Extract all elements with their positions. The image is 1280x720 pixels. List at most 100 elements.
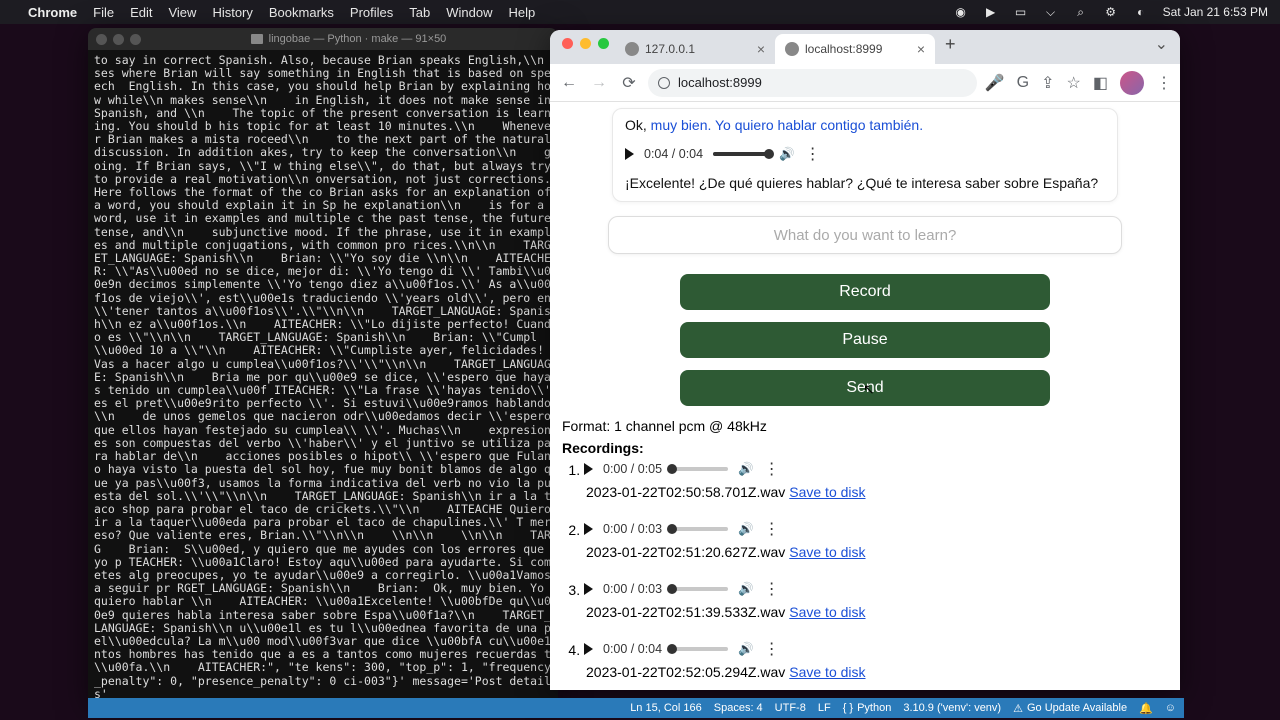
recording-meta: 2023-01-22T02:52:05.294Z.wavSave to disk — [586, 664, 1172, 680]
status-eol[interactable]: LF — [818, 702, 831, 714]
tab-1[interactable]: localhost:8999 × — [775, 34, 935, 64]
audio-more-icon[interactable]: ⋮ — [764, 459, 780, 479]
audio-more-icon[interactable]: ⋮ — [764, 639, 780, 659]
audio-more-icon[interactable]: ⋮ — [805, 144, 821, 164]
menu-file[interactable]: File — [93, 5, 114, 20]
google-lens-icon[interactable]: G — [1017, 74, 1029, 92]
learn-input[interactable]: What do you want to learn? — [608, 216, 1122, 254]
teacher-response: ¡Excelente! ¿De qué quieres hablar? ¿Qué… — [625, 175, 1105, 191]
audio-more-icon[interactable]: ⋮ — [764, 519, 780, 539]
audio-time: 0:04 / 0:04 — [644, 147, 703, 161]
favicon-icon — [785, 42, 799, 56]
recording-filename: 2023-01-22T02:50:58.701Z.wav — [586, 484, 785, 500]
audio-more-icon[interactable]: ⋮ — [764, 579, 780, 599]
wifi-icon[interactable]: ⌵ — [1043, 5, 1059, 20]
audio-seekbar[interactable] — [672, 647, 728, 651]
menu-bookmarks[interactable]: Bookmarks — [269, 5, 334, 20]
volume-icon[interactable]: 🔊 — [738, 522, 754, 537]
save-to-disk-link[interactable]: Save to disk — [789, 484, 865, 500]
audio-time: 0:00 / 0:03 — [603, 582, 662, 596]
reload-button[interactable]: ⟳ — [618, 73, 640, 93]
favicon-icon — [625, 42, 639, 56]
url-text: localhost:8999 — [678, 75, 762, 90]
menu-tab[interactable]: Tab — [409, 5, 430, 20]
play-icon[interactable] — [584, 463, 593, 475]
play-icon[interactable] — [584, 583, 593, 595]
address-bar[interactable]: localhost:8999 — [648, 69, 977, 97]
pause-button[interactable]: Pause — [680, 322, 1050, 358]
volume-icon[interactable]: 🔊 — [779, 147, 795, 162]
status-position[interactable]: Ln 15, Col 166 — [630, 702, 702, 714]
tab-0[interactable]: 127.0.0.1 × — [615, 34, 775, 64]
status-feedback-icon[interactable]: ☺ — [1165, 702, 1176, 714]
bookmark-icon[interactable]: ☆ — [1067, 73, 1081, 93]
play-icon[interactable] — [584, 523, 593, 535]
folder-icon — [251, 34, 263, 44]
play-icon[interactable] — [584, 643, 593, 655]
kebab-menu-icon[interactable]: ⋮ — [1156, 73, 1172, 93]
terminal-output[interactable]: to say in correct Spanish. Also, because… — [88, 50, 558, 704]
new-tab-button[interactable]: + — [935, 34, 966, 61]
audio-player: 0:04 / 0:04 🔊 ⋮ — [625, 139, 1105, 169]
traffic-max-icon[interactable] — [130, 34, 141, 45]
tab-close-icon[interactable]: × — [917, 41, 925, 57]
audio-seekbar[interactable] — [672, 527, 728, 531]
menu-history[interactable]: History — [212, 5, 252, 20]
menu-profiles[interactable]: Profiles — [350, 5, 393, 20]
battery-icon[interactable]: ▭ — [1013, 5, 1029, 19]
play-status-icon[interactable]: ▶ — [983, 5, 999, 19]
recording-audio-player: 0:00 / 0:04 🔊 ⋮ — [584, 634, 780, 664]
menu-edit[interactable]: Edit — [130, 5, 152, 20]
audio-seekbar[interactable] — [713, 152, 769, 156]
audio-time: 0:00 / 0:04 — [603, 642, 662, 656]
recordings-list: 0:00 / 0:05🔊⋮2023-01-22T02:50:58.701Z.wa… — [584, 462, 1172, 690]
status-spaces[interactable]: Spaces: 4 — [714, 702, 763, 714]
recording-meta: 2023-01-22T02:51:20.627Z.wavSave to disk — [586, 544, 1172, 560]
status-encoding[interactable]: UTF-8 — [775, 702, 806, 714]
tab-close-icon[interactable]: × — [757, 41, 765, 57]
share-icon[interactable]: ⇪ — [1041, 73, 1054, 93]
side-panel-icon[interactable]: ◧ — [1093, 73, 1108, 93]
menubar-app-name[interactable]: Chrome — [28, 5, 77, 20]
menu-window[interactable]: Window — [446, 5, 492, 20]
recording-filename: 2023-01-22T02:51:39.533Z.wav — [586, 604, 785, 620]
terminal-title: lingobae — Python · make — 91×50 — [269, 33, 447, 45]
tabs-overflow-icon[interactable]: ⌄ — [1143, 34, 1180, 60]
window-zoom-icon[interactable] — [598, 38, 609, 49]
record-button[interactable]: Record — [680, 274, 1050, 310]
profile-avatar[interactable] — [1120, 71, 1144, 95]
record-status-icon[interactable]: ◉ — [953, 5, 969, 19]
forward-button[interactable]: → — [588, 74, 610, 92]
play-icon[interactable] — [625, 148, 634, 160]
save-to-disk-link[interactable]: Save to disk — [789, 544, 865, 560]
save-to-disk-link[interactable]: Save to disk — [789, 604, 865, 620]
menu-help[interactable]: Help — [509, 5, 536, 20]
site-info-icon[interactable] — [658, 77, 670, 89]
status-python[interactable]: 3.10.9 ('venv': venv) — [903, 702, 1001, 714]
volume-icon[interactable]: 🔊 — [738, 462, 754, 477]
voice-search-icon[interactable]: 🎤 — [985, 73, 1005, 93]
traffic-min-icon[interactable] — [113, 34, 124, 45]
siri-icon[interactable]: ◐ — [1133, 5, 1149, 19]
menu-view[interactable]: View — [168, 5, 196, 20]
control-center-icon[interactable]: ⚙ — [1103, 5, 1119, 19]
back-button[interactable]: ← — [558, 74, 580, 92]
volume-icon[interactable]: 🔊 — [738, 642, 754, 657]
conversation-card: Ok, muy bien. Yo quiero hablar contigo t… — [612, 108, 1118, 202]
status-lang[interactable]: { } Python — [843, 702, 892, 714]
audio-seekbar[interactable] — [672, 587, 728, 591]
format-label: Format: 1 channel pcm @ 48kHz — [562, 418, 1172, 434]
terminal-titlebar[interactable]: lingobae — Python · make — 91×50 — [88, 28, 558, 50]
recording-filename: 2023-01-22T02:51:20.627Z.wav — [586, 544, 785, 560]
window-minimize-icon[interactable] — [580, 38, 591, 49]
recording-meta: 2023-01-22T02:50:58.701Z.wavSave to disk — [586, 484, 1172, 500]
spotlight-icon[interactable]: ⌕ — [1073, 5, 1089, 20]
volume-icon[interactable]: 🔊 — [738, 582, 754, 597]
audio-seekbar[interactable] — [672, 467, 728, 471]
menubar-clock[interactable]: Sat Jan 21 6:53 PM — [1163, 5, 1268, 19]
traffic-close-icon[interactable] — [96, 34, 107, 45]
save-to-disk-link[interactable]: Save to disk — [789, 664, 865, 680]
window-close-icon[interactable] — [562, 38, 573, 49]
status-notifications-icon[interactable]: 🔔 — [1139, 702, 1153, 715]
status-go-update[interactable]: ⚠ Go Update Available — [1013, 702, 1127, 715]
